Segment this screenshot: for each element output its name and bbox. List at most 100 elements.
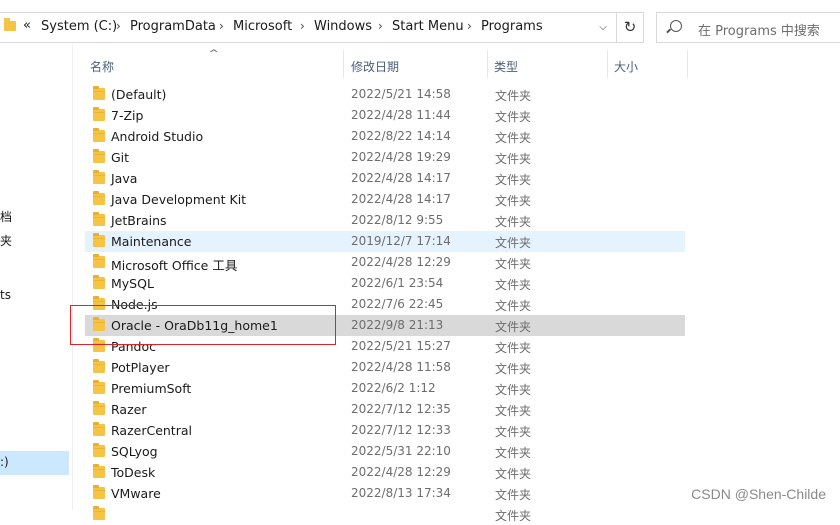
file-type: 文件夹 — [495, 131, 532, 145]
file-type: 文件夹 — [495, 467, 532, 481]
file-name[interactable]: PremiumSoft — [111, 381, 191, 396]
file-type: 文件夹 — [495, 215, 532, 229]
list-item[interactable]: Git 2022/4/28 19:29 文件夹 — [85, 147, 685, 168]
column-header-type[interactable]: 类型 — [494, 58, 518, 75]
file-list[interactable]: (Default) 2022/5/21 14:58 文件夹 7-Zip 2022/4/2… — [73, 84, 840, 523]
nav-item-fragment[interactable]: 夹 — [0, 232, 12, 249]
search-input[interactable]: 在 Programs 中搜索 — [698, 20, 820, 39]
file-modified-date: 2022/4/28 14:17 — [351, 192, 451, 206]
list-item[interactable]: RazerCentral 2022/7/12 12:33 文件夹 — [85, 420, 685, 441]
navigation-pane[interactable]: 档 夹 ts :) — [0, 44, 72, 510]
file-type: 文件夹 — [495, 89, 532, 103]
file-type: 文件夹 — [495, 194, 532, 208]
list-item[interactable]: PotPlayer 2022/4/28 11:58 文件夹 — [85, 357, 685, 378]
breadcrumb-item-windows[interactable]: Windows — [314, 19, 372, 34]
address-bar[interactable]: « System (C:) › ProgramData › Microsoft … — [0, 12, 617, 43]
file-name[interactable]: Microsoft Office 工具 — [111, 255, 237, 274]
file-name[interactable]: Java — [111, 171, 137, 186]
list-item[interactable]: (Default) 2022/5/21 14:58 文件夹 — [85, 84, 685, 105]
folder-icon — [93, 485, 105, 499]
file-type: 文件夹 — [495, 404, 532, 418]
file-type: 文件夹 — [495, 257, 532, 271]
column-divider[interactable] — [607, 50, 608, 78]
file-name[interactable]: Maintenance — [111, 234, 192, 249]
list-item[interactable]: PremiumSoft 2022/6/2 1:12 文件夹 — [85, 378, 685, 399]
file-name[interactable]: RazerCentral — [111, 423, 192, 438]
file-modified-date: 2022/7/12 12:33 — [351, 423, 451, 437]
list-item[interactable]: Java Development Kit 2022/4/28 14:17 文件夹 — [85, 189, 685, 210]
file-name[interactable]: JetBrains — [111, 213, 167, 228]
column-header-name[interactable]: 名称 — [90, 58, 114, 75]
file-modified-date: 2022/4/28 11:58 — [351, 360, 451, 374]
folder-icon — [93, 149, 105, 163]
file-modified-date: 2022/4/28 19:29 — [351, 150, 451, 164]
file-name[interactable]: Razer — [111, 402, 146, 417]
list-item[interactable]: Android Studio 2022/8/22 14:14 文件夹 — [85, 126, 685, 147]
nav-item-selected-drive[interactable]: :) — [0, 451, 69, 475]
breadcrumb-separator[interactable]: › — [378, 19, 383, 33]
file-name[interactable]: ToDesk — [111, 465, 155, 480]
breadcrumb-separator[interactable]: › — [219, 19, 224, 33]
breadcrumb-separator[interactable]: › — [116, 19, 121, 33]
file-modified-date: 2022/7/12 12:35 — [351, 402, 451, 416]
list-item[interactable]: VMware 2022/8/13 17:34 文件夹 — [85, 483, 685, 504]
column-divider[interactable] — [687, 50, 688, 78]
breadcrumb-item-programs[interactable]: Programs — [481, 19, 543, 34]
folder-icon — [93, 212, 105, 226]
list-item[interactable]: Razer 2022/7/12 12:35 文件夹 — [85, 399, 685, 420]
folder-icon — [93, 359, 105, 373]
folder-icon — [93, 275, 105, 289]
file-name[interactable]: 7-Zip — [111, 108, 143, 123]
file-name[interactable]: MySQL — [111, 276, 154, 291]
list-item[interactable]: 7-Zip 2022/4/28 11:44 文件夹 — [85, 105, 685, 126]
breadcrumb-separator[interactable]: › — [300, 19, 305, 33]
breadcrumb-overflow-button[interactable]: « — [23, 18, 31, 33]
folder-icon — [93, 191, 105, 205]
file-type: 文件夹 — [495, 299, 532, 313]
file-type: 文件夹 — [495, 152, 532, 166]
file-modified-date: 2019/12/7 17:14 — [351, 234, 451, 248]
breadcrumb-item-programdata[interactable]: ProgramData — [130, 19, 216, 34]
file-type: 文件夹 — [495, 425, 532, 439]
column-header-modified[interactable]: 修改日期 — [351, 58, 399, 75]
breadcrumb-item-start-menu[interactable]: Start Menu — [392, 19, 464, 34]
file-name[interactable]: (Default) — [111, 87, 166, 102]
nav-item-fragment[interactable]: 档 — [0, 208, 12, 225]
file-name[interactable]: Android Studio — [111, 129, 203, 144]
search-icon — [670, 20, 682, 32]
list-item[interactable]: Microsoft Office 工具 2022/4/28 12:29 文件夹 — [85, 252, 685, 273]
list-item[interactable]: SQLyog 2022/5/31 22:10 文件夹 — [85, 441, 685, 462]
folder-icon — [4, 18, 16, 31]
column-header-row: ^ 名称 修改日期 类型 大小 — [73, 44, 840, 78]
column-divider[interactable] — [487, 50, 488, 78]
folder-icon — [93, 443, 105, 457]
file-modified-date: 2022/4/28 12:29 — [351, 465, 451, 479]
folder-icon — [93, 464, 105, 478]
list-item[interactable]: Maintenance 2019/12/7 17:14 文件夹 — [85, 231, 685, 252]
file-modified-date: 2022/6/1 23:54 — [351, 276, 444, 290]
column-divider[interactable] — [343, 50, 344, 78]
breadcrumb-item-microsoft[interactable]: Microsoft — [233, 19, 292, 34]
file-name[interactable]: PotPlayer — [111, 360, 170, 375]
nav-item-fragment[interactable]: ts — [0, 288, 11, 302]
file-name[interactable]: VMware — [111, 486, 161, 501]
refresh-button[interactable]: ↻ — [617, 12, 644, 43]
chevron-down-icon[interactable]: ⌵ — [596, 21, 610, 35]
breadcrumb-item-system-c[interactable]: System (C:) — [41, 19, 117, 34]
column-header-size[interactable]: 大小 — [614, 58, 638, 75]
list-item[interactable]: ToDesk 2022/4/28 12:29 文件夹 — [85, 462, 685, 483]
list-item[interactable]: JetBrains 2022/8/12 9:55 文件夹 — [85, 210, 685, 231]
file-modified-date: 2022/6/2 1:12 — [351, 381, 436, 395]
file-name[interactable]: SQLyog — [111, 444, 158, 459]
file-modified-date: 2022/4/28 12:29 — [351, 255, 451, 269]
search-box[interactable]: 在 Programs 中搜索 — [656, 12, 840, 43]
file-name[interactable]: Git — [111, 150, 129, 165]
folder-icon — [93, 170, 105, 184]
file-name[interactable]: Java Development Kit — [111, 192, 246, 207]
list-item[interactable]: 文件夹 — [85, 504, 685, 525]
list-item[interactable]: MySQL 2022/6/1 23:54 文件夹 — [85, 273, 685, 294]
file-type: 文件夹 — [495, 341, 532, 355]
breadcrumb-separator[interactable]: › — [467, 19, 472, 33]
folder-icon — [93, 380, 105, 394]
list-item[interactable]: Java 2022/4/28 14:17 文件夹 — [85, 168, 685, 189]
